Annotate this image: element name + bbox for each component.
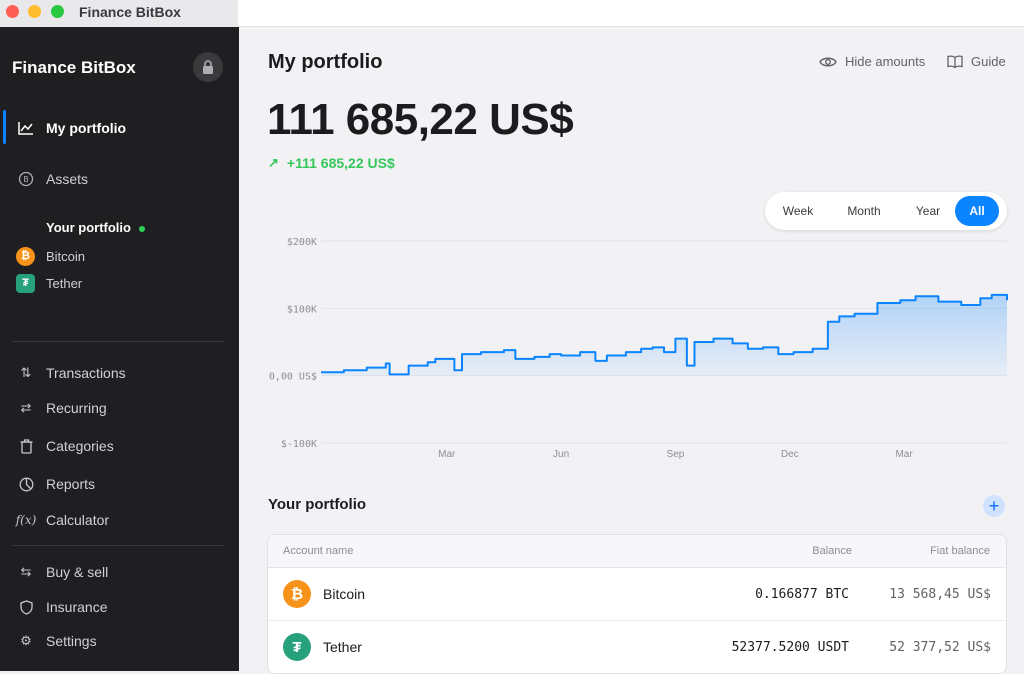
x-tick-label: Dec <box>781 449 799 460</box>
sidebar-item-settings[interactable]: ⚙ Settings <box>0 624 239 658</box>
page-title: My portfolio <box>268 51 383 73</box>
trash-icon <box>17 437 35 455</box>
tether-icon: ₮ <box>283 633 311 661</box>
x-tick-label: Mar <box>895 449 913 460</box>
repeat-icon: ⇄ <box>20 400 32 415</box>
status-dot <box>138 225 145 232</box>
series-area <box>321 294 1007 376</box>
y-tick-label: $100K <box>287 304 317 315</box>
arrow-up-right-icon: ↗ <box>268 155 279 170</box>
portfolio-delta: ↗ +111 685,22 US$ <box>268 155 395 171</box>
sidebar-item-label: Categories <box>46 438 114 454</box>
close-window-button[interactable] <box>6 5 19 18</box>
sidebar-item-label: Insurance <box>46 599 108 615</box>
hide-amounts-label: Hide amounts <box>845 54 926 69</box>
bitcoin-icon: ₿ <box>283 580 311 608</box>
gear-icon: ⚙ <box>20 633 32 648</box>
column-header-balance[interactable]: Balance <box>812 545 852 557</box>
arrows-updown-icon: ⇅ <box>20 365 32 380</box>
accounts-table: Account name Balance Fiat balance ₿ Bitc… <box>267 534 1007 674</box>
guide-button[interactable]: Guide <box>947 54 1006 69</box>
column-header-account[interactable]: Account name <box>283 545 353 557</box>
sidebar-item-label: My portfolio <box>46 120 127 136</box>
sidebar-item-insurance[interactable]: Insurance <box>0 590 239 624</box>
sidebar-item-my-portfolio[interactable]: My portfolio <box>0 111 239 145</box>
plus-icon: + <box>988 496 1000 516</box>
sidebar-item-label: Settings <box>46 633 97 649</box>
account-fiat-balance: 13 568,45 US$ <box>889 587 991 602</box>
sidebar-item-reports[interactable]: Reports <box>0 467 239 501</box>
zoom-window-button[interactable] <box>51 5 64 18</box>
account-balance: 52377.5200 USDT <box>731 640 849 655</box>
shield-icon <box>17 598 35 616</box>
sidebar-item-tether[interactable]: ₮ Tether <box>0 272 82 294</box>
portfolio-section-title: Your portfolio <box>46 220 145 235</box>
delta-value: +111 685,22 US$ <box>286 155 395 171</box>
x-tick-label: Jun <box>553 449 569 460</box>
book-icon <box>947 55 963 68</box>
hide-amounts-button[interactable]: Hide amounts <box>819 54 925 69</box>
tether-icon: ₮ <box>16 273 35 293</box>
function-icon: f(x) <box>15 513 37 527</box>
y-tick-label: $200K <box>287 237 317 248</box>
title-bar: Finance BitBox <box>0 0 238 27</box>
portfolio-chart: $200K $100K 0,00 US$ $-100K Mar Jun Sep Dec Mar <box>269 237 1008 460</box>
bitcoin-circle-icon: B <box>17 170 35 188</box>
sidebar-item-label: Recurring <box>46 400 107 416</box>
range-year-button[interactable]: Year <box>901 196 955 226</box>
x-tick-label: Sep <box>667 449 685 460</box>
portfolio-total: 111 685,22 US$ <box>267 95 574 144</box>
window-title: Finance BitBox <box>79 4 181 20</box>
table-row[interactable]: ₮ Tether 52377.5200 USDT 52 377,52 US$ <box>268 621 1006 673</box>
sidebar-item-bitcoin[interactable]: ₿ Bitcoin <box>0 245 85 267</box>
pie-chart-icon <box>17 475 35 493</box>
eye-icon <box>819 57 837 66</box>
minimize-window-button[interactable] <box>28 5 41 18</box>
sidebar-item-label: Assets <box>46 171 89 187</box>
sidebar-item-recurring[interactable]: ⇄ Recurring <box>0 391 239 425</box>
exchange-icon: ⇆ <box>20 564 32 579</box>
sidebar-item-label: Tether <box>46 275 83 291</box>
account-name: Bitcoin <box>323 586 366 602</box>
y-tick-label: 0,00 US$ <box>269 372 317 383</box>
chart-line-icon <box>17 119 35 137</box>
y-tick-label: $-100K <box>281 439 317 450</box>
title-bar-right <box>238 0 1024 27</box>
sidebar-item-buy-sell[interactable]: ⇆ Buy & sell <box>0 555 239 589</box>
portfolio-section-header: Your portfolio <box>268 496 367 513</box>
account-name: Tether <box>323 639 362 655</box>
sidebar-item-calculator[interactable]: f(x) Calculator <box>0 503 239 537</box>
range-month-button[interactable]: Month <box>827 196 901 226</box>
add-account-button[interactable]: + <box>983 495 1005 517</box>
lock-button[interactable] <box>193 52 223 82</box>
svg-text:B: B <box>23 175 29 184</box>
sidebar-item-label: Reports <box>46 476 96 492</box>
x-tick-label: Mar <box>438 449 456 460</box>
app-brand: Finance BitBox <box>12 58 136 77</box>
table-row[interactable]: ₿ Bitcoin 0.166877 BTC 13 568,45 US$ <box>268 568 1006 621</box>
range-week-button[interactable]: Week <box>769 196 827 226</box>
sidebar-divider <box>12 341 224 342</box>
range-all-button[interactable]: All <box>955 196 999 226</box>
sidebar-item-label: Bitcoin <box>46 248 86 264</box>
sidebar-item-label: Calculator <box>46 512 110 528</box>
sidebar-item-label: Transactions <box>46 365 126 381</box>
guide-label: Guide <box>971 54 1006 69</box>
main-content: My portfolio Hide amounts Guide 111 685,… <box>239 27 1024 674</box>
portfolio-section-label: Your portfolio <box>46 220 131 235</box>
sidebar-divider <box>12 545 224 546</box>
sidebar-item-assets[interactable]: B Assets <box>0 162 239 196</box>
sidebar: Finance BitBox My portfolio B Assets You… <box>0 27 239 671</box>
sidebar-item-categories[interactable]: Categories <box>0 429 239 463</box>
sidebar-item-transactions[interactable]: ⇅ Transactions <box>0 356 239 390</box>
account-fiat-balance: 52 377,52 US$ <box>889 640 991 655</box>
account-balance: 0.166877 BTC <box>755 587 849 602</box>
table-header: Account name Balance Fiat balance <box>268 535 1006 568</box>
time-range-switch: Week Month Year All <box>765 192 1007 230</box>
bitcoin-icon: ₿ <box>16 246 35 266</box>
sidebar-item-label: Buy & sell <box>46 564 109 580</box>
lock-icon <box>203 60 213 74</box>
column-header-fiat[interactable]: Fiat balance <box>930 545 990 557</box>
